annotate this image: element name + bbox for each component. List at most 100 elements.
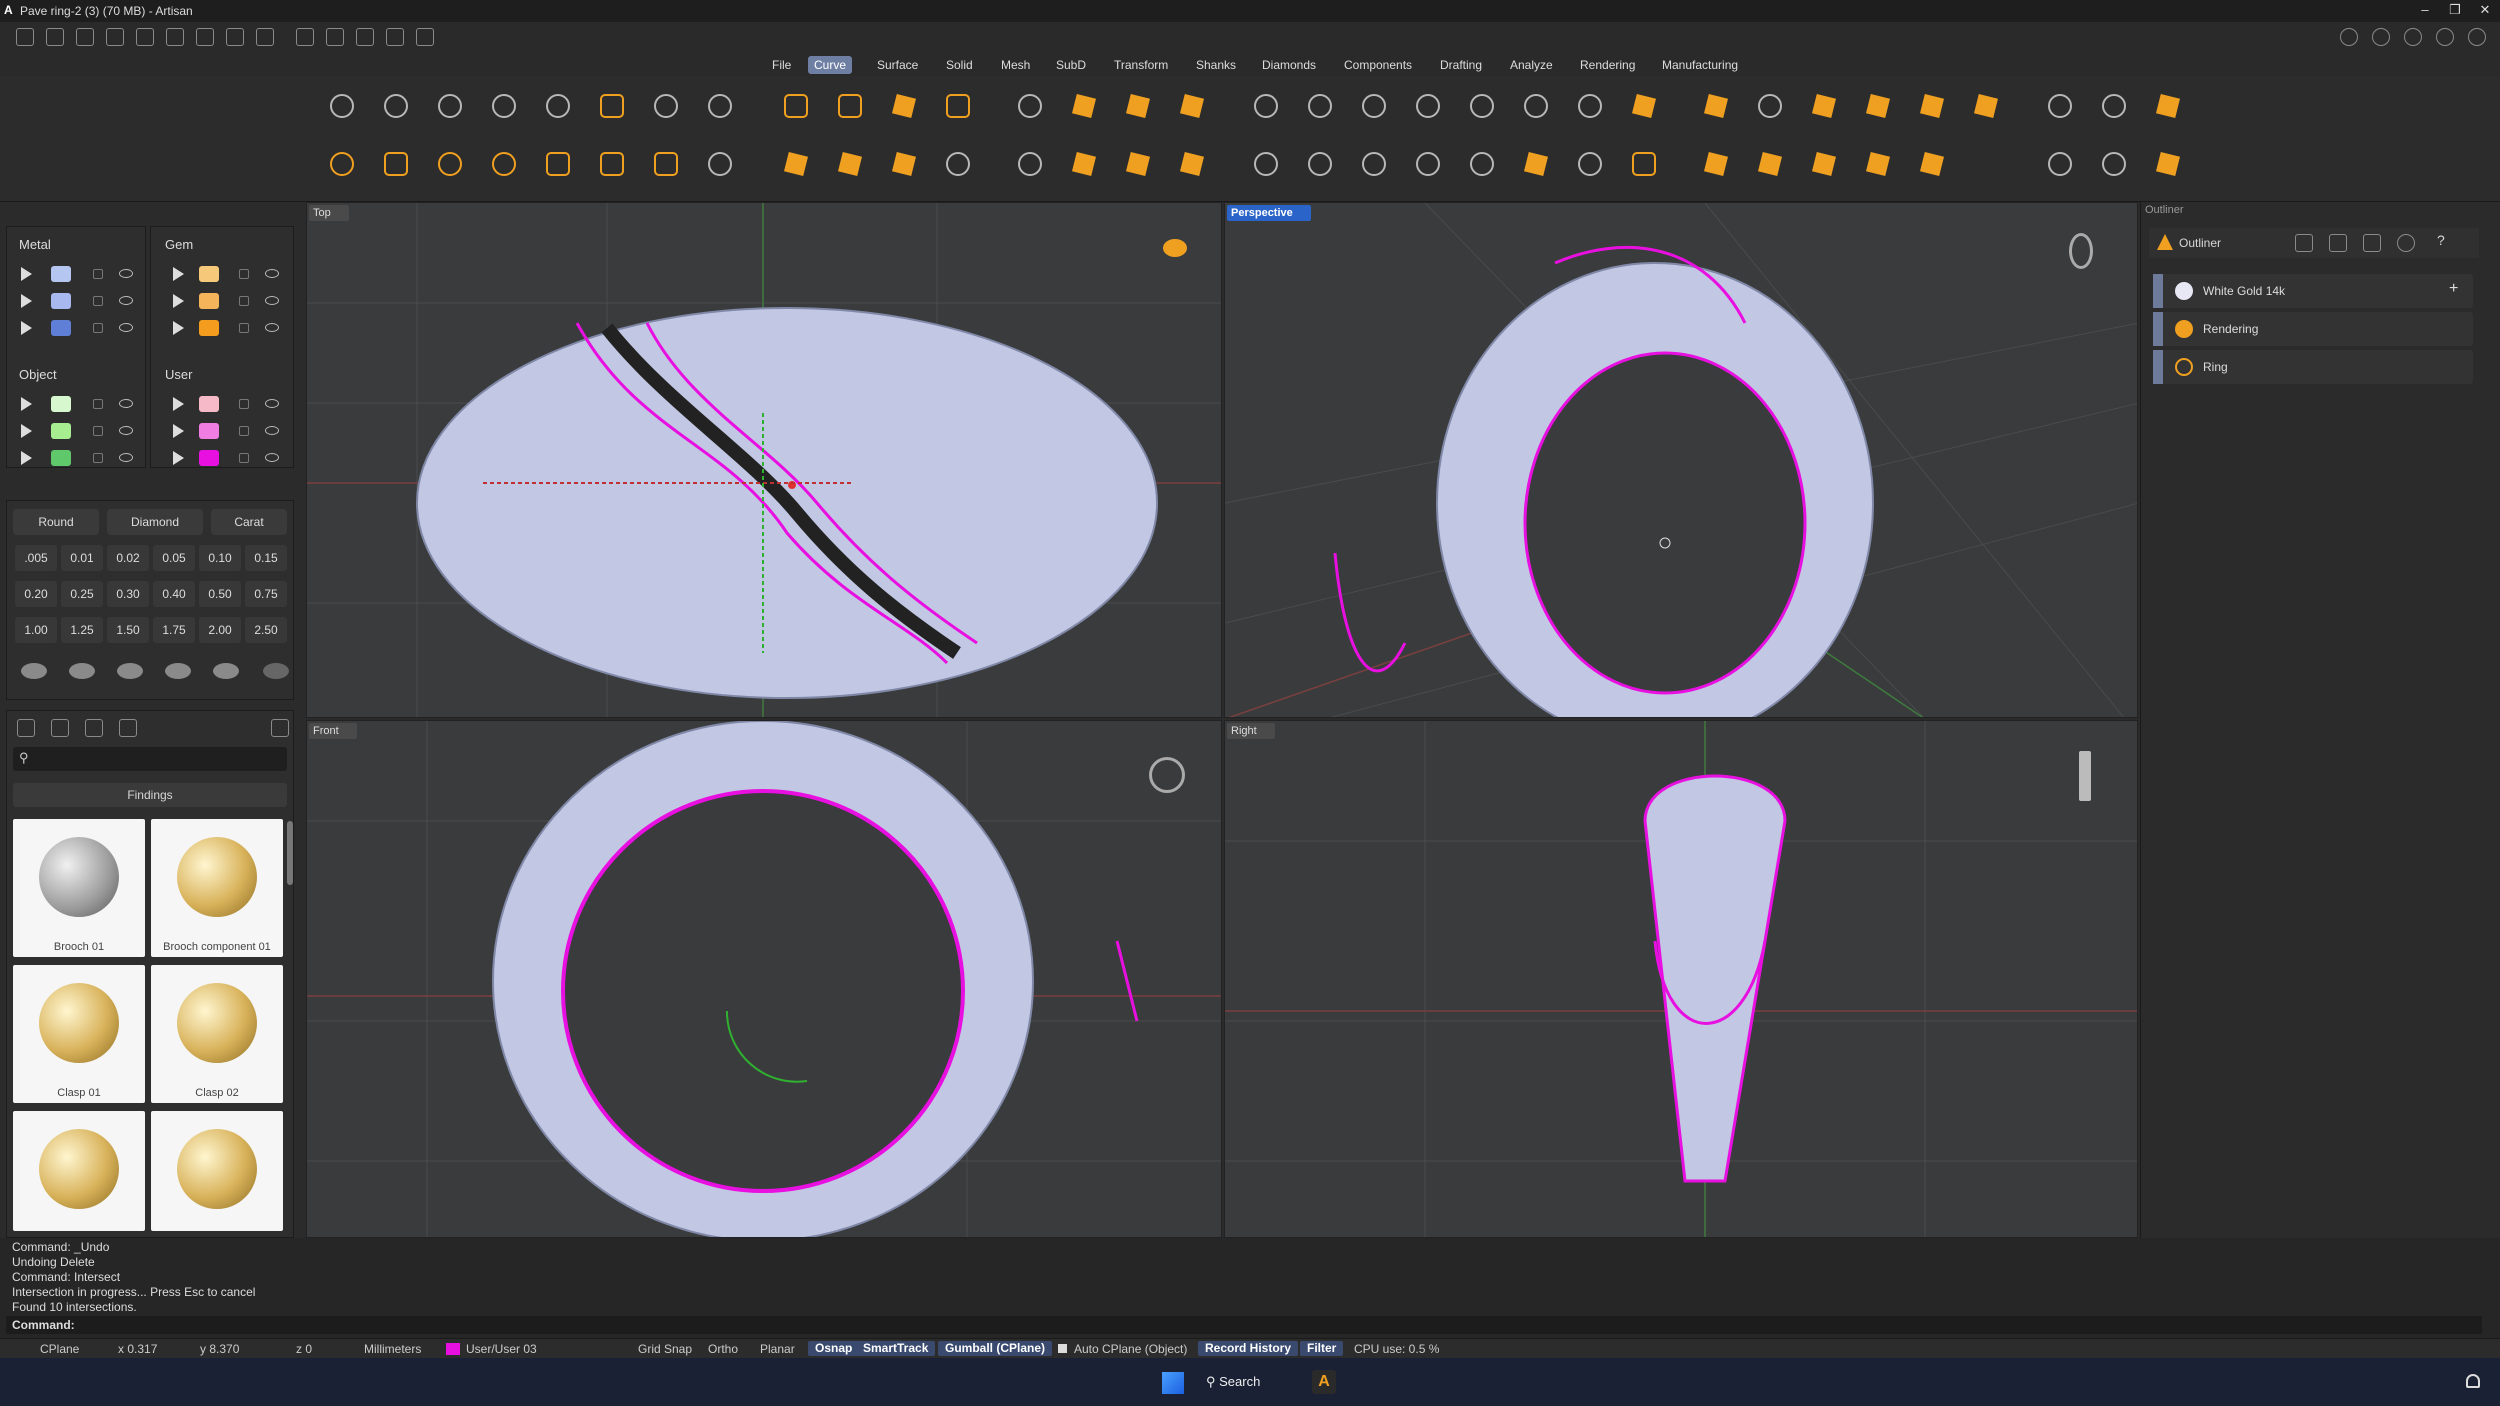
ring-inner-edge[interactable]	[1523, 351, 1807, 695]
menu-curve[interactable]: Curve	[808, 56, 853, 74]
expand-icon[interactable]	[173, 397, 184, 411]
extract-curve-button[interactable]	[1966, 86, 2006, 126]
menu-shanks[interactable]: Shanks	[1190, 56, 1242, 74]
menu-mesh[interactable]: Mesh	[995, 56, 1036, 74]
compass-icon[interactable]	[1163, 239, 1187, 257]
picture-frame-button[interactable]	[884, 144, 924, 184]
gem-size-button[interactable]: 1.75	[153, 617, 195, 643]
user-swatch-3[interactable]	[199, 450, 219, 466]
ellipse-tool-button[interactable]	[430, 144, 470, 184]
menu-solid[interactable]: Solid	[940, 56, 979, 74]
windows-start-icon[interactable]	[1162, 1372, 1184, 1394]
contour-tool-button[interactable]	[1750, 86, 1790, 126]
metal-swatch-3[interactable]	[51, 320, 71, 336]
round-corners-button[interactable]	[1246, 144, 1286, 184]
material-icon[interactable]	[2329, 234, 2347, 252]
maximize-button[interactable]: ❐	[2440, 2, 2470, 20]
perspective-view-canvas[interactable]	[1225, 203, 2138, 718]
refresh-icon[interactable]	[2397, 234, 2415, 252]
expand-icon[interactable]	[21, 294, 32, 308]
undo-icon[interactable]	[106, 28, 124, 46]
eye-icon[interactable]	[265, 269, 279, 278]
expand-icon[interactable]	[173, 424, 184, 438]
gem-size-button[interactable]: 0.50	[199, 581, 241, 607]
user-layer-row[interactable]	[151, 447, 295, 469]
hex-curve-button[interactable]	[1912, 144, 1952, 184]
curve-on-surface-button[interactable]	[1624, 144, 1664, 184]
viewport-tab-top[interactable]: Top	[309, 205, 349, 221]
close-curve-button[interactable]	[1118, 144, 1158, 184]
lock-icon[interactable]	[93, 453, 103, 463]
cross-tool-button[interactable]	[776, 144, 816, 184]
settings-icon[interactable]	[2340, 28, 2358, 46]
offset-multiple-button[interactable]	[1516, 86, 1556, 126]
expand-icon[interactable]	[173, 267, 184, 281]
status-smarttrack[interactable]: SmartTrack	[856, 1341, 936, 1356]
lock-icon[interactable]	[239, 399, 249, 409]
import-icon[interactable]	[76, 28, 94, 46]
arc-tool-button[interactable]	[484, 144, 524, 184]
right-viewport[interactable]: Right	[1224, 720, 2138, 1238]
eye-icon[interactable]	[119, 426, 133, 435]
eye-icon[interactable]	[119, 453, 133, 462]
measure-icon[interactable]	[356, 28, 374, 46]
help-icon[interactable]	[2436, 28, 2454, 46]
ring-inner-edge[interactable]	[561, 789, 965, 1193]
gem-size-button[interactable]: 1.00	[15, 617, 57, 643]
smooth-tool-button[interactable]	[1354, 144, 1394, 184]
status-filter[interactable]: Filter	[1300, 1341, 1344, 1356]
offset-tool-button[interactable]	[1462, 86, 1502, 126]
status-gumball[interactable]: Gumball (CPlane)	[938, 1341, 1053, 1356]
ring-icon[interactable]	[2069, 233, 2093, 269]
perspective-viewport[interactable]: Perspective	[1224, 202, 2138, 718]
object-swatch-2[interactable]	[51, 423, 71, 439]
gem-layer-row[interactable]	[151, 290, 295, 312]
taskbar-search-button[interactable]: ⚲ Search	[1206, 1369, 1286, 1395]
fillet-tool-button[interactable]	[1246, 86, 1286, 126]
ring-front-icon[interactable]	[1149, 757, 1185, 793]
gem-size-button[interactable]: 1.50	[107, 617, 149, 643]
diamond-button[interactable]: Diamond	[107, 509, 203, 535]
outliner-item-white-gold[interactable]: White Gold 14k +	[2153, 274, 2473, 308]
carat-button[interactable]: Carat	[211, 509, 287, 535]
trace-tool-button[interactable]	[776, 86, 816, 126]
ring-side-surface[interactable]	[1643, 774, 1787, 1183]
open-file-icon[interactable]	[46, 28, 64, 46]
front-viewport[interactable]: Front	[306, 720, 1222, 1238]
fit-curve-button[interactable]	[2094, 144, 2134, 184]
transform-icon[interactable]	[326, 28, 344, 46]
refresh-icon[interactable]	[271, 719, 289, 737]
line-tool-button[interactable]	[376, 86, 416, 126]
heart-gem-icon[interactable]	[213, 663, 239, 679]
save-all-icon[interactable]	[226, 28, 244, 46]
intersect-tool-button[interactable]	[1010, 144, 1050, 184]
status-units[interactable]: Millimeters	[364, 1342, 421, 1356]
triangle-tool-button[interactable]	[484, 86, 524, 126]
expand-icon[interactable]	[21, 397, 32, 411]
viewport-tab-front[interactable]: Front	[309, 723, 357, 739]
text-tool-button[interactable]	[884, 86, 924, 126]
lock-icon[interactable]	[239, 323, 249, 333]
gem-layer-row[interactable]	[151, 317, 295, 339]
library-item-brooch-01[interactable]: Brooch 01	[13, 819, 145, 957]
blend-tool-button[interactable]	[1354, 86, 1394, 126]
outliner-item-rendering[interactable]: Rendering	[2153, 312, 2473, 346]
camera-icon[interactable]	[85, 719, 103, 737]
outliner-item-ring[interactable]: Ring	[2153, 350, 2473, 384]
gem-size-button[interactable]: 0.02	[107, 545, 149, 571]
menu-analyze[interactable]: Analyze	[1504, 56, 1559, 74]
edit-icon[interactable]	[2363, 234, 2381, 252]
section-curve[interactable]	[1333, 552, 1407, 673]
flip-tool-button[interactable]	[1516, 144, 1556, 184]
lock-icon[interactable]	[239, 296, 249, 306]
silhouette-tool-button[interactable]	[1804, 86, 1844, 126]
artisan-taskbar-icon[interactable]: A	[1312, 1370, 1336, 1394]
divide-tool-button[interactable]	[1462, 144, 1502, 184]
status-ortho[interactable]: Ortho	[708, 1342, 738, 1356]
menu-rendering[interactable]: Rendering	[1574, 56, 1641, 74]
gem-size-button[interactable]: 0.01	[61, 545, 103, 571]
dimension-icon[interactable]	[416, 28, 434, 46]
cross-gem-icon[interactable]	[263, 663, 289, 679]
user-swatch-1[interactable]	[199, 396, 219, 412]
lock-icon[interactable]	[93, 323, 103, 333]
